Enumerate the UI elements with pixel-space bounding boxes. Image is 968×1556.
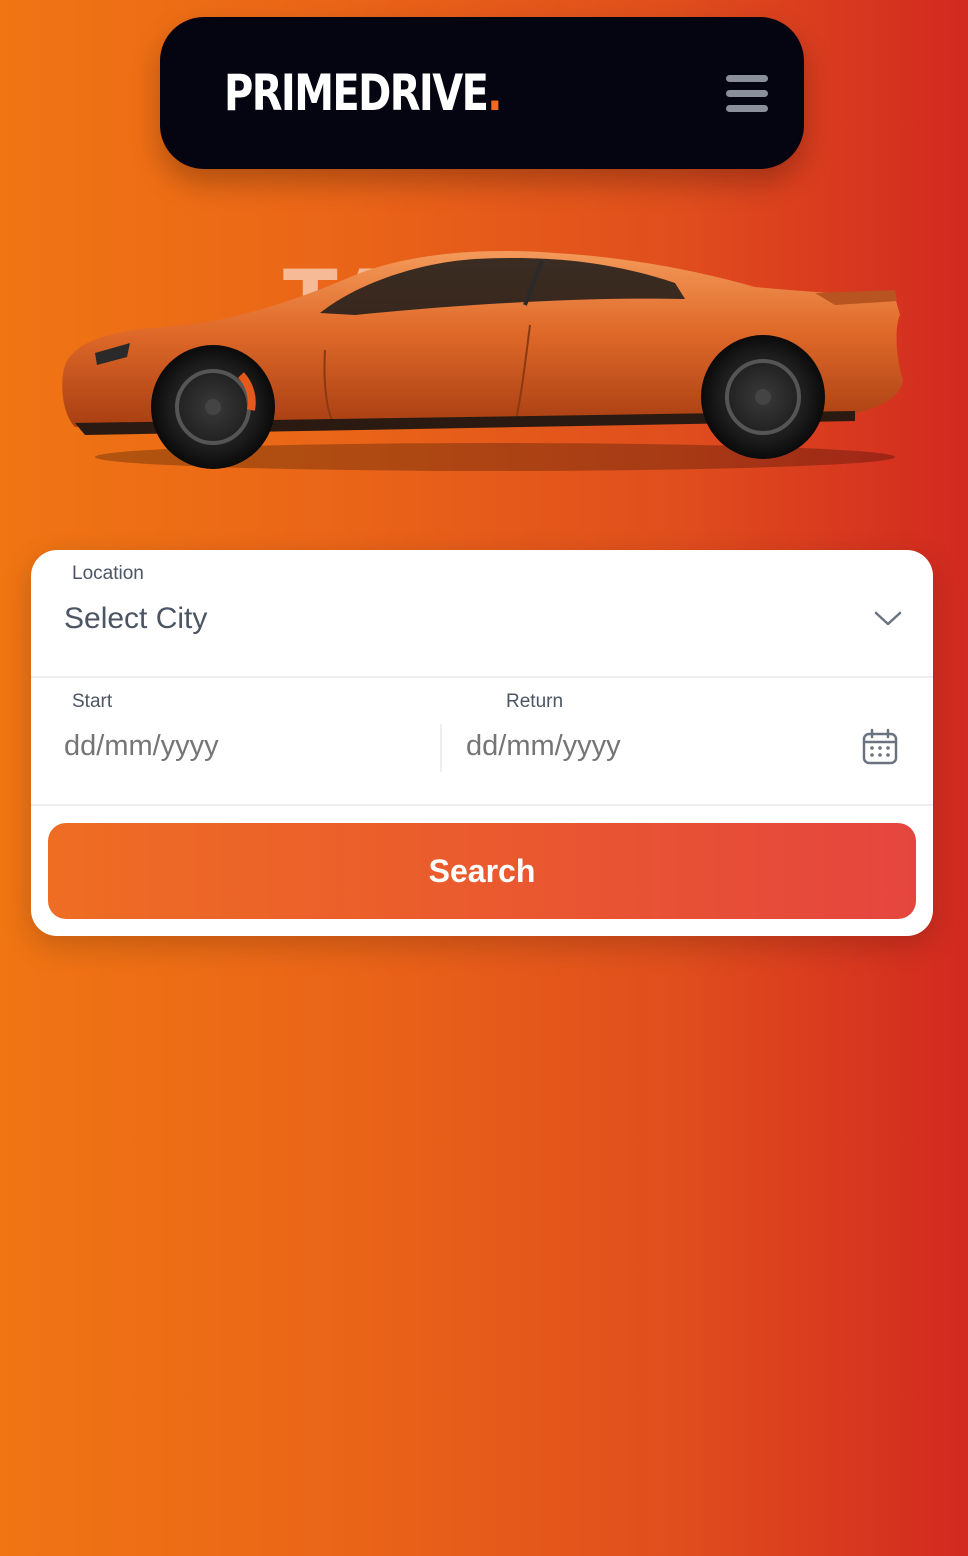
brand-logo[interactable]: PRIMEDRIVE. [224,63,502,123]
hamburger-menu-icon[interactable] [726,75,770,115]
location-select[interactable]: Select City [64,602,207,636]
return-date-input[interactable] [466,730,826,763]
start-date-input[interactable] [64,730,424,763]
date-divider [440,724,442,772]
location-label: Location [72,563,144,584]
logo-text: PRIMEDRIVE [224,64,489,122]
return-label: Return [506,691,564,712]
calendar-icon[interactable] [861,728,899,766]
search-button[interactable]: Search [48,823,916,919]
chevron-down-icon[interactable] [873,608,903,628]
navbar: PRIMEDRIVE. [160,17,804,169]
hero-car-image: TAYCAN [62,251,904,471]
form-divider [31,676,933,678]
logo-dot: . [487,64,502,122]
start-label: Start [72,691,113,712]
search-form-card: Location Select City Start Return Search [31,550,933,936]
form-divider [31,804,933,806]
